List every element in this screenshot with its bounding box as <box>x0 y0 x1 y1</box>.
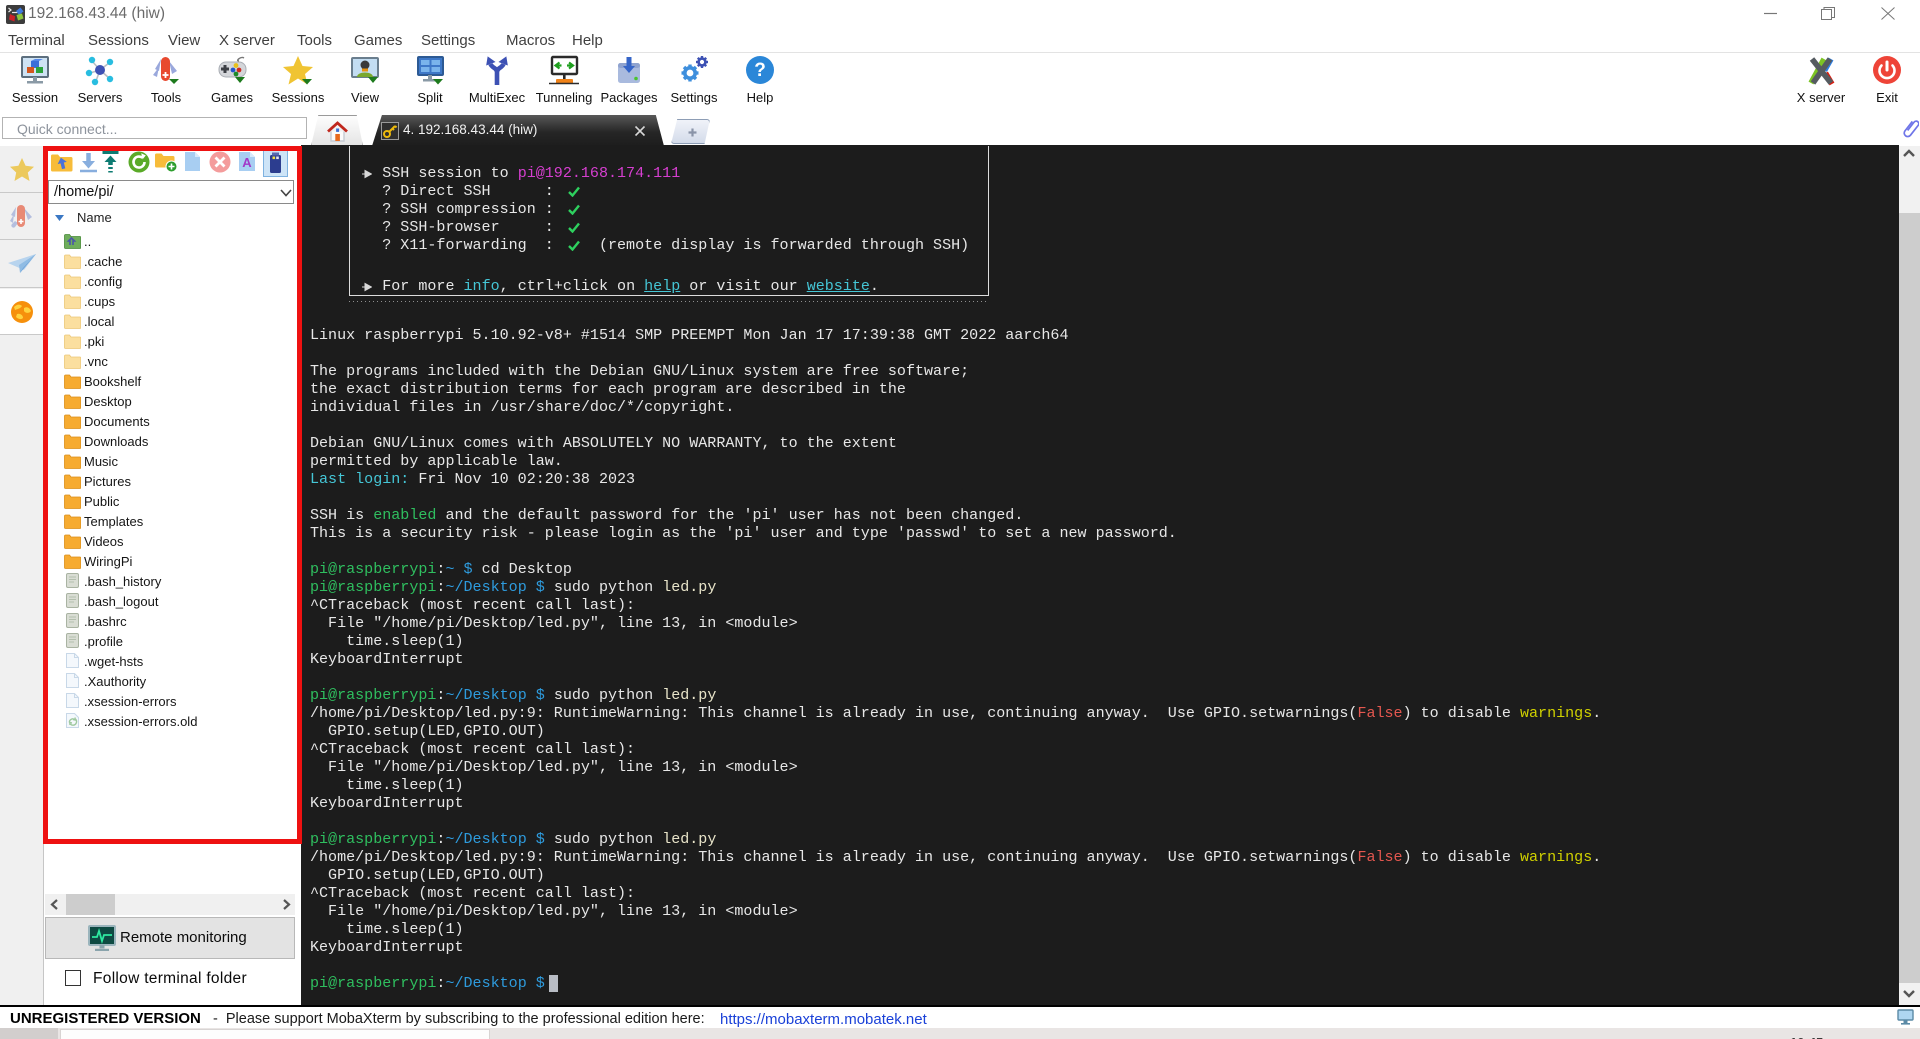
svg-text:?: ? <box>754 60 766 81</box>
